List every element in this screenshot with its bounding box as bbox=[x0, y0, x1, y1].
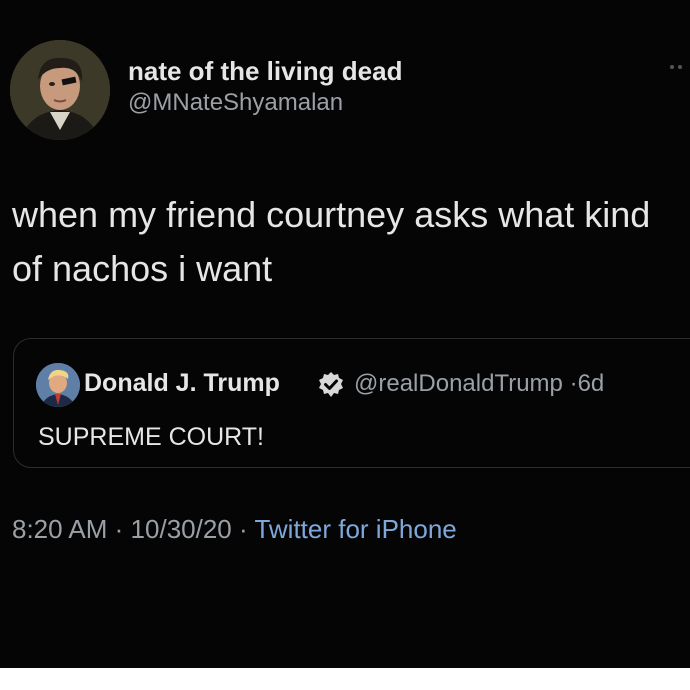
meta-separator: · bbox=[569, 370, 578, 397]
more-options-icon[interactable] bbox=[668, 60, 688, 72]
author-handle[interactable]: @MNateShyamalan bbox=[128, 89, 343, 117]
verified-badge-icon bbox=[317, 371, 345, 399]
quoted-tweet-text: SUPREME COURT! bbox=[38, 423, 264, 451]
quoted-author-handle[interactable]: @realDonaldTrump bbox=[354, 370, 563, 397]
quoted-tweet[interactable]: Donald J. Trump @realDonaldTrump ·6d SUP… bbox=[13, 338, 690, 468]
quoted-author-display-name[interactable]: Donald J. Trump bbox=[84, 369, 280, 398]
author-avatar[interactable] bbox=[10, 40, 110, 140]
quoted-tweet-age: 6d bbox=[577, 370, 605, 397]
tweet-card: nate of the living dead @MNateShyamalan … bbox=[0, 0, 690, 668]
portrait-avatar-icon bbox=[36, 363, 80, 407]
footer-separator: · bbox=[239, 514, 248, 544]
tweet-text: when my friend courtney asks what kind o… bbox=[12, 194, 651, 289]
quoted-author-avatar[interactable] bbox=[36, 363, 80, 407]
author-display-name[interactable]: nate of the living dead bbox=[128, 56, 402, 87]
footer-separator: · bbox=[114, 514, 124, 544]
quoted-tweet-meta: @realDonaldTrump ·6d bbox=[354, 370, 604, 398]
tweet-source-link[interactable]: Twitter for iPhone bbox=[254, 514, 456, 544]
tweet-footer: 8:20 AM · 10/30/20 · Twitter for iPhone bbox=[12, 514, 457, 545]
portrait-avatar-icon bbox=[10, 40, 110, 140]
tweet-date[interactable]: 10/30/20 bbox=[131, 514, 232, 544]
tweet-time[interactable]: 8:20 AM bbox=[12, 514, 107, 544]
